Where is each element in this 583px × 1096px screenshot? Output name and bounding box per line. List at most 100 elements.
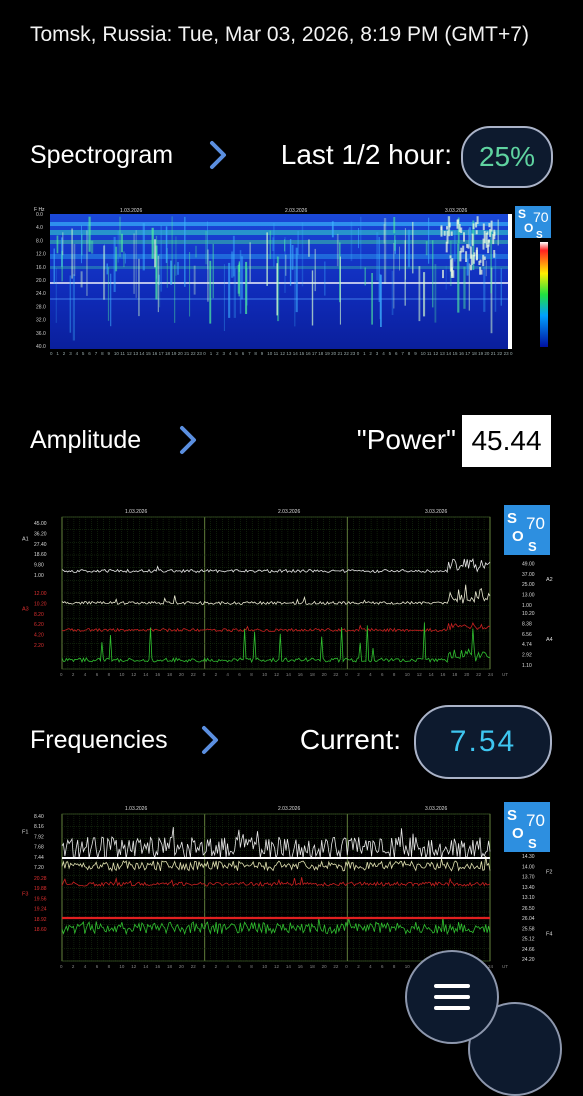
spectrogram-hour-tick: 0 [203,351,206,356]
spectrogram-hour-tick: 4 [229,351,232,356]
frequencies-link[interactable]: Frequencies [30,705,168,775]
spectrogram-hour-tick: 4 [76,351,79,356]
spectrogram-hour-tick: 5 [235,351,238,356]
y-tick-left: 10.20 [34,601,47,607]
spectrogram-chart[interactable]: 0.0 4.0 8.0 12.0 16.0 20.0 24.0 28.0 32.0 36.0 40.… [0,202,583,357]
y-tick-right: 1.00 [522,603,532,609]
hour-tick: 2 [72,964,75,969]
spectrogram-y-tick: 40.0 [36,344,46,350]
hour-tick: 12 [274,672,280,677]
amplitude-row: Amplitude "Power" 45.44 [0,405,583,475]
spectrogram-link[interactable]: Spectrogram [30,120,173,190]
current-frequency-badge: 7.54 [414,705,552,779]
current-frequency-value: 7.54 [449,725,517,758]
spectrogram-percent-badge: 25% [461,126,553,188]
y-tick-right: 10.20 [522,611,535,617]
spectrogram-percent-value: 25% [478,141,536,172]
frequencies-row: Frequencies Current: 7.54 [0,705,583,779]
spectrogram-y-tick: 8.0 [36,238,43,244]
hour-tick: 6 [238,672,241,677]
hour-tick: 14 [143,964,149,969]
spectrogram-hour-tick: 3 [69,351,72,356]
spectrogram-hour-tick: 1 [363,351,366,356]
chevron-right-icon[interactable] [208,140,228,170]
hour-tick: 12 [417,672,423,677]
menu-button[interactable] [405,950,499,1044]
spectrogram-hour-tick: 8 [408,351,411,356]
hour-tick: 16 [298,964,304,969]
spectrogram-hour-tick: 1 [210,351,213,356]
spectrogram-hour-tick: 16 [306,351,312,356]
y-tick-left: 2.20 [34,643,44,649]
hour-tick: 8 [108,964,111,969]
power-label: "Power" [356,424,456,455]
spectrogram-hour-tick: 15 [453,351,459,356]
spectrogram-hour-tick: 9 [414,351,417,356]
y-tick-left: 7.20 [34,865,44,871]
y-tick-left: 8.40 [34,814,44,820]
chevron-right-icon[interactable] [178,425,198,455]
y-tick-right: 26.04 [522,916,535,922]
spectrogram-hour-tick: 0 [357,351,360,356]
spectrogram-hour-tick: 5 [82,351,85,356]
date-label: 1.03.2026 [125,806,147,812]
spectrogram-hour-tick: 13 [440,351,446,356]
spectrogram-hour-tick: 16 [459,351,465,356]
spectrogram-hour-tick: 22 [497,351,503,356]
spectrogram-hour-tick: 0 [50,351,53,356]
hour-tick: 14 [286,672,292,677]
y-tick-left: 7.92 [34,834,44,840]
hour-tick: 8 [393,964,396,969]
y-tick-right: 24.20 [522,957,535,963]
spectrogram-hour-tick: 20 [178,351,184,356]
y-tick-right: 13.10 [522,895,535,901]
svg-text:S: S [536,230,543,241]
spectrogram-hour-tick: 9 [108,351,111,356]
spectrogram-hour-tick: 23 [197,351,203,356]
hour-tick: 2 [357,964,360,969]
svg-text:70: 70 [526,514,545,533]
date-label: 3.03.2026 [425,509,447,515]
y-tick-right: 24.66 [522,947,535,953]
y-tick-right: 26.50 [522,906,535,912]
spectrogram-hour-tick: 19 [478,351,484,356]
y-tick-left: 19.88 [34,886,47,892]
hour-tick: 4 [226,672,229,677]
hour-unit: UT [502,964,508,969]
spectrogram-hour-tick: 13 [286,351,292,356]
spectrogram-hour-tick: 8 [254,351,257,356]
amplitude-chart[interactable]: 1.03.2026 2.03.2026 3.03.2026 45.00 36.20 27.… [0,503,583,683]
spectrogram-hour-tick: 21 [184,351,190,356]
spectrogram-hour-tick: 18 [472,351,478,356]
spectrogram-hour-tick: 2 [63,351,66,356]
chevron-right-icon[interactable] [200,725,220,755]
hour-tick: 18 [167,672,173,677]
y-tick-right: 14.00 [522,864,535,870]
series-label: F3 [22,891,28,897]
frequencies-chart[interactable]: 1.03.2026 2.03.2026 3.03.2026 8.40 8.16 7.92 7… [0,800,583,975]
power-value-box: 45.44 [462,415,551,467]
svg-text:S: S [528,539,537,554]
spectrogram-hour-tick: 22 [191,351,197,356]
spectrogram-y-unit: F Hz [34,207,45,213]
spectrogram-hour-tick: 6 [395,351,398,356]
y-tick-right: 49.00 [522,561,535,567]
amplitude-link[interactable]: Amplitude [30,405,141,475]
spectrogram-hour-tick: 21 [338,351,344,356]
last-half-hour-label: Last 1/2 hour: [280,139,452,170]
hour-tick: 16 [440,672,446,677]
svg-text:S: S [528,836,537,851]
spectrogram-date-label: 2.03.2026 [285,208,307,214]
hour-tick: 16 [298,672,304,677]
hour-tick: 8 [250,964,253,969]
hour-tick: 10 [119,672,125,677]
hour-tick: 14 [286,964,292,969]
spectrogram-colorbar [540,242,548,347]
spectrogram-y-tick: 32.0 [36,318,46,324]
menu-icon [434,984,470,1010]
svg-text:S: S [507,510,517,527]
spectrogram-y-tick: 28.0 [36,304,46,310]
spectrogram-hour-tick: 7 [248,351,251,356]
spectrogram-hour-tick: 9 [261,351,264,356]
spectrogram-hour-tick: 16 [152,351,158,356]
